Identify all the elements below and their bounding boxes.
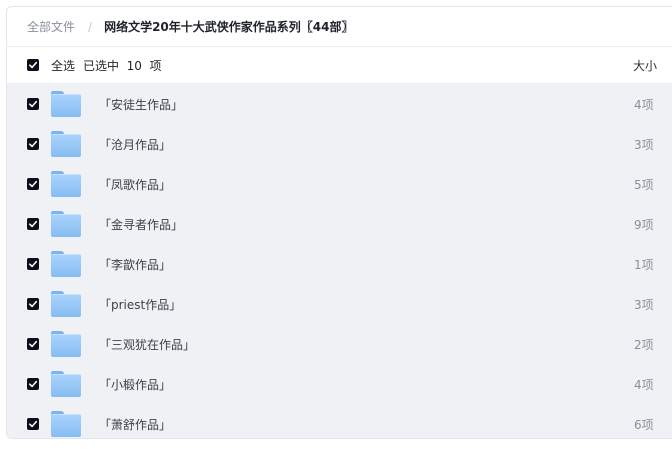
checkmark-icon xyxy=(29,380,38,388)
file-size: 6项 xyxy=(634,417,654,432)
row-checkbox[interactable] xyxy=(27,298,39,310)
list-item[interactable]: 「萧舒作品」 6项 xyxy=(7,404,672,438)
list-header: 全选 已选中 10 项 大小 xyxy=(7,47,672,84)
file-size: 3项 xyxy=(634,297,654,312)
file-size: 9项 xyxy=(634,217,654,232)
folder-icon xyxy=(51,371,81,397)
file-size: 4项 xyxy=(634,377,654,392)
file-name[interactable]: 「三观犹在作品」 xyxy=(99,336,195,353)
row-checkbox[interactable] xyxy=(27,378,39,390)
file-size: 4项 xyxy=(634,97,654,112)
breadcrumb-current-folder: 网络文学20年十大武侠作家作品系列〖44部〗 xyxy=(104,20,354,34)
list-item[interactable]: 「金寻者作品」 9项 xyxy=(7,204,672,244)
file-name[interactable]: 「凤歌作品」 xyxy=(99,176,171,193)
file-size: 3项 xyxy=(634,137,654,152)
file-name[interactable]: 「小椴作品」 xyxy=(99,376,171,393)
file-list: 「安徒生作品」 4项 「沧月作品」 3项 「凤歌作品」 5项 「金寻者作品」 9项 「李歆作品」… xyxy=(7,84,672,438)
row-checkbox[interactable] xyxy=(27,258,39,270)
file-list-panel: 全部文件 / 网络文学20年十大武侠作家作品系列〖44部〗 全选 已选中 10 … xyxy=(6,6,672,439)
select-all-checkbox[interactable] xyxy=(27,59,39,71)
file-name[interactable]: 「李歆作品」 xyxy=(99,256,171,273)
file-name[interactable]: 「沧月作品」 xyxy=(99,136,171,153)
folder-icon xyxy=(51,91,81,117)
list-item[interactable]: 「李歆作品」 1项 xyxy=(7,244,672,284)
checkmark-icon xyxy=(29,420,38,428)
checkmark-icon xyxy=(29,61,38,69)
file-name[interactable]: 「金寻者作品」 xyxy=(99,216,183,233)
row-checkbox[interactable] xyxy=(27,138,39,150)
breadcrumb-root-link[interactable]: 全部文件 xyxy=(27,18,75,35)
row-checkbox[interactable] xyxy=(27,418,39,430)
list-item[interactable]: 「安徒生作品」 4项 xyxy=(7,84,672,124)
folder-icon xyxy=(51,211,81,237)
folder-icon xyxy=(51,291,81,317)
breadcrumb-separator: / xyxy=(88,19,93,34)
checkmark-icon xyxy=(29,220,38,228)
list-item[interactable]: 「凤歌作品」 5项 xyxy=(7,164,672,204)
folder-icon xyxy=(51,171,81,197)
row-checkbox[interactable] xyxy=(27,338,39,350)
list-item[interactable]: 「priest作品」 3项 xyxy=(7,284,672,324)
list-item[interactable]: 「三观犹在作品」 2项 xyxy=(7,324,672,364)
folder-icon xyxy=(51,251,81,277)
size-column-header[interactable]: 大小 xyxy=(633,57,657,74)
checkmark-icon xyxy=(29,260,38,268)
folder-icon xyxy=(51,411,81,437)
checkmark-icon xyxy=(29,180,38,188)
checkmark-icon xyxy=(29,100,38,108)
row-checkbox[interactable] xyxy=(27,178,39,190)
row-checkbox[interactable] xyxy=(27,98,39,110)
folder-icon xyxy=(51,331,81,357)
file-size: 2项 xyxy=(634,337,654,352)
list-item[interactable]: 「小椴作品」 4项 xyxy=(7,364,672,404)
list-item[interactable]: 「沧月作品」 3项 xyxy=(7,124,672,164)
row-checkbox[interactable] xyxy=(27,218,39,230)
file-size: 1项 xyxy=(634,257,654,272)
selected-count-text: 已选中 10 项 xyxy=(83,58,162,73)
breadcrumb: 全部文件 / 网络文学20年十大武侠作家作品系列〖44部〗 xyxy=(7,7,672,47)
checkmark-icon xyxy=(29,140,38,148)
select-all-label[interactable]: 全选 xyxy=(51,57,75,74)
file-name[interactable]: 「priest作品」 xyxy=(99,296,181,313)
file-size: 5项 xyxy=(634,177,654,192)
checkmark-icon xyxy=(29,340,38,348)
checkmark-icon xyxy=(29,300,38,308)
file-name[interactable]: 「萧舒作品」 xyxy=(99,416,171,433)
file-name[interactable]: 「安徒生作品」 xyxy=(99,96,183,113)
folder-icon xyxy=(51,131,81,157)
